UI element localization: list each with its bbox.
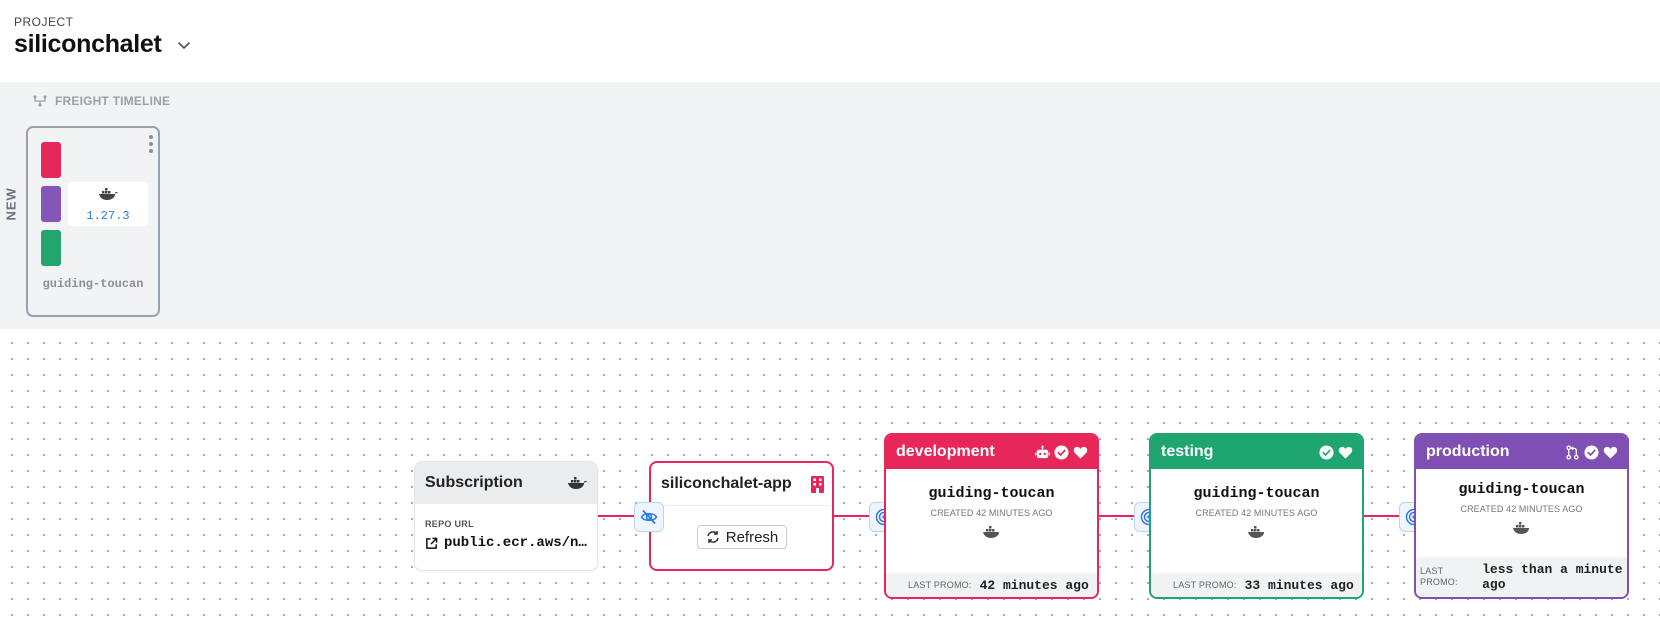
heart-icon xyxy=(1073,446,1088,459)
eye-slash-icon xyxy=(640,509,658,525)
stage-header: production xyxy=(1416,435,1627,469)
stage-name: development xyxy=(896,443,995,460)
freight-version: 1.27.3 xyxy=(86,209,130,223)
freight-timeline-label: FREIGHT TIMELINE xyxy=(55,94,171,108)
stage-name: testing xyxy=(1161,443,1214,460)
freight-timeline: FREIGHT TIMELINE NEW 1.27.3 guiding-touc… xyxy=(0,82,1660,329)
refresh-button[interactable]: Refresh xyxy=(697,525,787,549)
stage-freight-created: CREATED 42 MINUTES AGO xyxy=(1460,504,1583,514)
pull-request-icon xyxy=(1566,444,1579,460)
docker-icon xyxy=(568,477,587,489)
docker-icon xyxy=(1247,526,1264,538)
kebab-menu-icon[interactable] xyxy=(148,135,154,153)
check-circle-icon xyxy=(1584,444,1599,460)
freight-stage-indicator-testing xyxy=(41,230,61,266)
stage-status-icons xyxy=(1565,444,1618,460)
repo-url: public.ecr.aws/n… xyxy=(444,535,587,551)
subscription-header: Subscription xyxy=(415,462,597,504)
docker-icon xyxy=(1512,522,1529,534)
project-header: PROJECT siliconchalet xyxy=(0,0,1660,82)
subscription-title: Subscription xyxy=(425,474,523,491)
docker-icon xyxy=(99,188,118,200)
stage-name: production xyxy=(1426,443,1510,460)
check-circle-icon xyxy=(1319,444,1334,460)
freight-name: guiding-toucan xyxy=(42,277,144,291)
stage-freight-created: CREATED 42 MINUTES AGO xyxy=(930,508,1053,518)
stage-current-freight[interactable]: guiding-toucan xyxy=(1416,481,1627,498)
last-promo-label: LAST PROMO: xyxy=(1420,566,1458,587)
stage-node-testing[interactable]: testing guiding-toucan CREATED 42 MINUTE… xyxy=(1149,433,1364,599)
stage-freight-created: CREATED 42 MINUTES AGO xyxy=(1195,508,1318,518)
last-promo-value: 42 minutes ago xyxy=(979,577,1089,593)
stage-status-icons xyxy=(1035,444,1088,460)
last-promo-value: 33 minutes ago xyxy=(1244,577,1354,593)
freight-stage-indicator-development xyxy=(41,142,61,178)
subscription-node[interactable]: Subscription REPO URL public.ecr.aws/n… xyxy=(414,461,598,571)
chevron-down-icon[interactable] xyxy=(176,37,192,53)
project-label: PROJECT xyxy=(14,15,74,29)
external-link-icon xyxy=(426,537,438,549)
docker-icon xyxy=(982,526,999,538)
stage-last-promotion: LAST PROMO: less than a minute ago xyxy=(1416,557,1627,597)
stage-current-freight[interactable]: guiding-toucan xyxy=(1151,485,1362,502)
check-circle-icon xyxy=(1054,444,1069,460)
stage-last-promotion: LAST PROMO: 42 minutes ago xyxy=(886,573,1097,597)
stage-last-promotion: LAST PROMO: 33 minutes ago xyxy=(1151,573,1362,597)
last-promo-label: LAST PROMO: xyxy=(908,580,972,590)
warehouse-building-icon xyxy=(811,476,824,493)
repo-url-link[interactable]: public.ecr.aws/n… xyxy=(425,535,594,551)
warehouse-divider xyxy=(651,505,832,506)
last-promo-value: less than a minute ago xyxy=(1482,562,1623,592)
stage-header: development xyxy=(886,435,1097,469)
timeline-icon xyxy=(33,95,47,107)
stage-node-development[interactable]: development guiding-toucan CREATED 42 MI… xyxy=(884,433,1099,599)
warehouse-name: siliconchalet-app xyxy=(661,475,792,492)
warehouse-node[interactable]: siliconchalet-app Refresh xyxy=(649,461,834,571)
robot-icon xyxy=(1035,444,1050,458)
refresh-label: Refresh xyxy=(725,528,779,546)
stage-status-icons xyxy=(1319,444,1353,460)
hide-subscriptions-toggle[interactable] xyxy=(634,502,664,532)
stage-header: testing xyxy=(1151,435,1362,469)
last-promo-label: LAST PROMO: xyxy=(1173,580,1237,590)
freight-timeline-title: FREIGHT TIMELINE xyxy=(32,93,170,109)
new-label: NEW xyxy=(3,187,19,221)
project-name[interactable]: siliconchalet xyxy=(14,30,162,59)
heart-icon xyxy=(1603,446,1618,459)
freight-card[interactable]: 1.27.3 guiding-toucan xyxy=(26,126,160,317)
freight-stage-indicator-production xyxy=(41,186,61,222)
heart-icon xyxy=(1338,446,1353,459)
refresh-icon xyxy=(706,531,719,543)
repo-url-label: REPO URL xyxy=(425,519,474,529)
stage-current-freight[interactable]: guiding-toucan xyxy=(886,485,1097,502)
stage-node-production[interactable]: production guiding-toucan CREATED 42 MIN… xyxy=(1414,433,1629,599)
freight-artifact: 1.27.3 xyxy=(68,182,148,226)
